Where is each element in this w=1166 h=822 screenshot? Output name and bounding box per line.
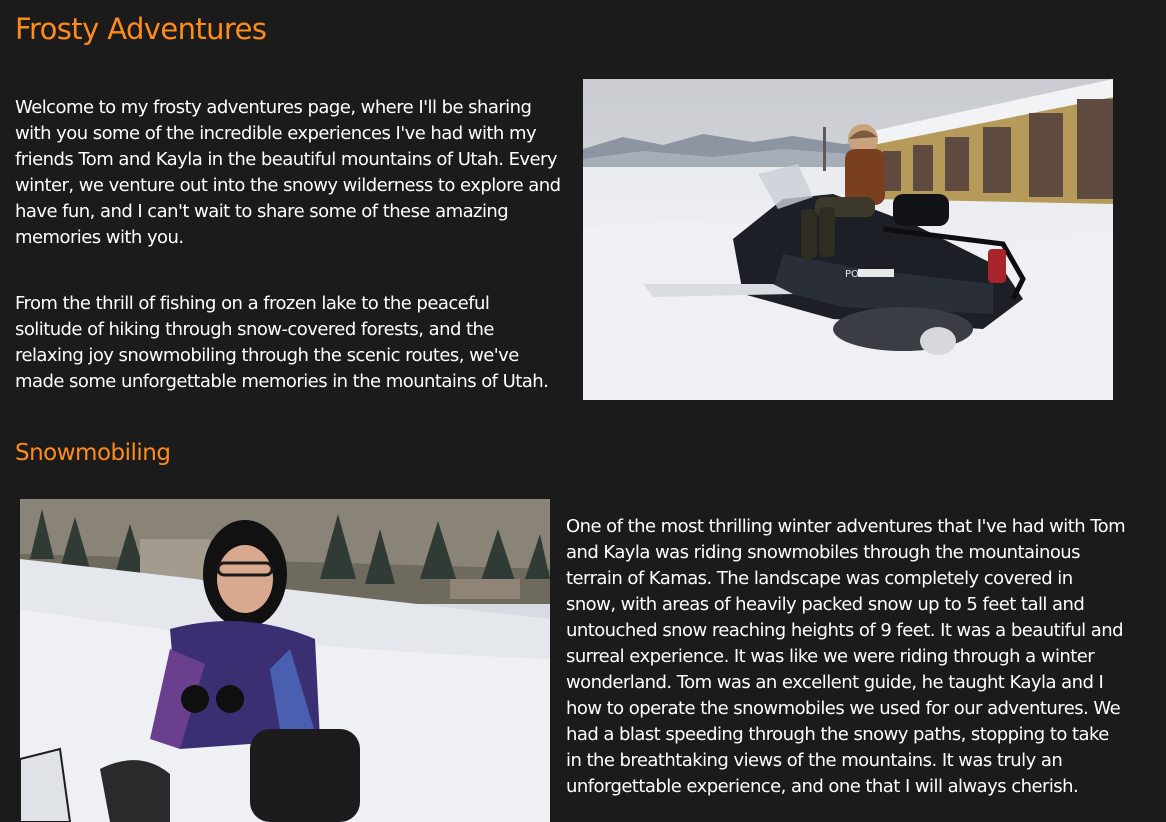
kayla-snow-photo	[20, 499, 550, 822]
page: Frosty Adventures Welcome to my frosty a…	[0, 0, 1166, 822]
snowmobile-rider-photo: POLARIS	[583, 79, 1113, 400]
intro-paragraph-2: From the thrill of fishing on a frozen l…	[15, 293, 549, 392]
page-title: Frosty Adventures	[15, 12, 267, 46]
section-heading-snowmobiling: Snowmobiling	[15, 440, 171, 466]
snowmobiling-paragraph: One of the most thrilling winter adventu…	[566, 516, 1126, 797]
intro-paragraph-1: Welcome to my frosty adventures page, wh…	[15, 97, 561, 248]
polaris-logo: POLARIS	[845, 269, 888, 280]
